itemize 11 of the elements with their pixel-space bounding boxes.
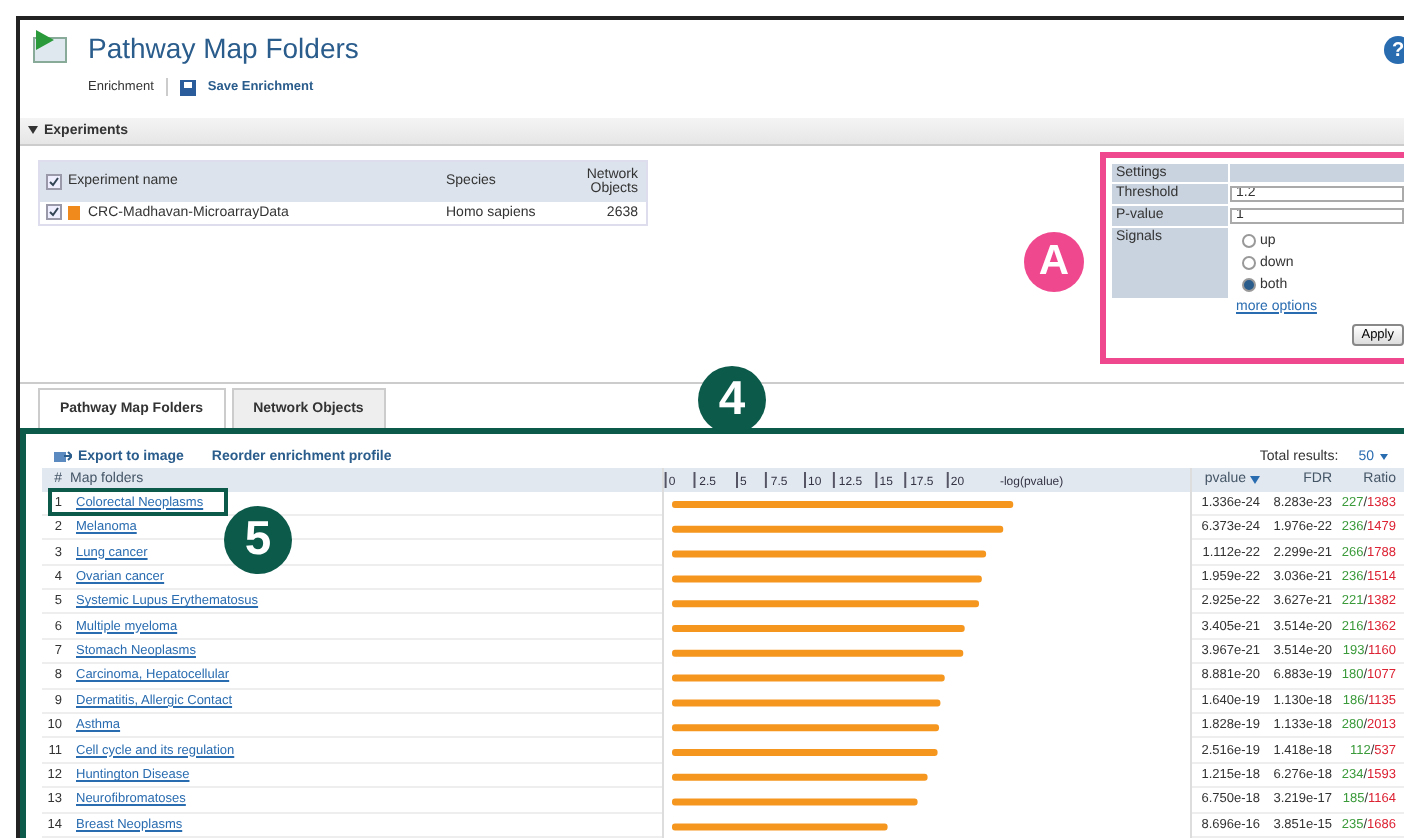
callout-badge: A bbox=[1024, 232, 1084, 292]
callout-badge: 4 bbox=[698, 366, 766, 434]
sort-icon[interactable] bbox=[1250, 475, 1260, 484]
help-button[interactable]: ? bbox=[1384, 36, 1404, 64]
pathway-map-icon bbox=[32, 28, 68, 64]
page-title: Pathway Map Folders bbox=[88, 32, 359, 64]
export-icon[interactable] bbox=[54, 449, 72, 464]
select-all-checkbox[interactable] bbox=[46, 173, 62, 190]
row-checkbox[interactable] bbox=[46, 204, 62, 221]
caret-icon[interactable] bbox=[1380, 453, 1388, 460]
callout-badge: 5 bbox=[224, 506, 292, 574]
